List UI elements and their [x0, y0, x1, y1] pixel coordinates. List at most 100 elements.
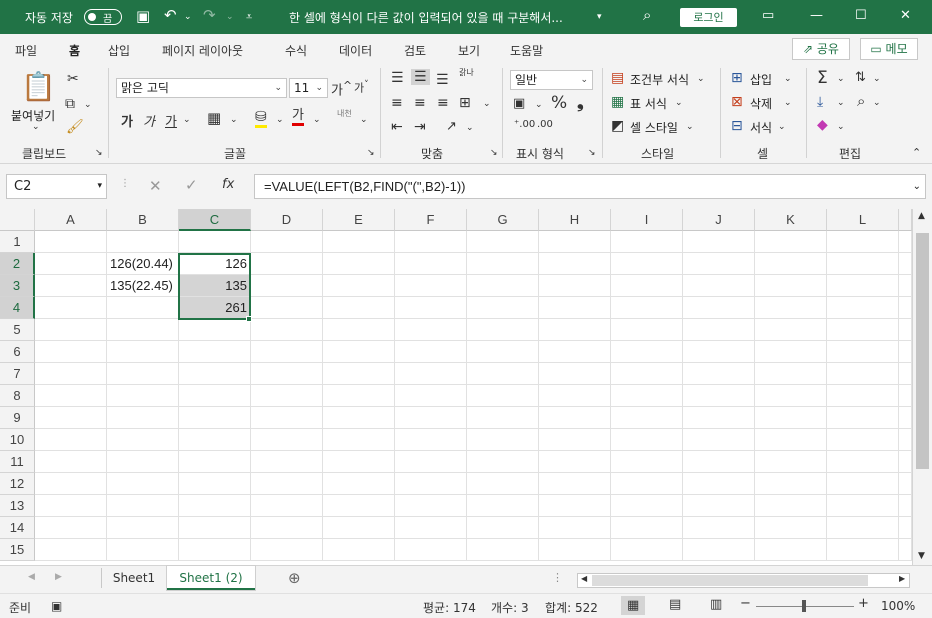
- grid-cell[interactable]: [107, 385, 179, 407]
- grid-cell[interactable]: [395, 253, 467, 275]
- align-middle-icon[interactable]: ☰: [411, 69, 430, 85]
- cell-B3[interactable]: 135(22.45): [107, 275, 179, 297]
- decrease-font-icon[interactable]: 가˅: [354, 79, 369, 96]
- grid-cell[interactable]: [35, 319, 107, 341]
- grid-cell[interactable]: [899, 319, 912, 341]
- column-header[interactable]: J: [683, 209, 755, 231]
- grid-cell[interactable]: [395, 429, 467, 451]
- format-as-table-button[interactable]: 표 서식: [630, 95, 667, 112]
- page-break-view-icon[interactable]: ▥: [710, 597, 722, 612]
- grid-cell[interactable]: [755, 407, 827, 429]
- grid-cell[interactable]: [179, 495, 251, 517]
- insert-cells-icon[interactable]: ⊞: [731, 70, 743, 86]
- vertical-scrollbar[interactable]: ▲ ▼: [912, 209, 932, 565]
- decrease-decimal-icon[interactable]: .00: [537, 119, 553, 130]
- grid-cell[interactable]: [539, 341, 611, 363]
- font-color-icon[interactable]: 가: [292, 109, 304, 126]
- grid-cell[interactable]: [35, 253, 107, 275]
- increase-font-icon[interactable]: 가^: [331, 79, 352, 98]
- find-select-icon[interactable]: ⌕: [857, 92, 865, 110]
- grid-cell[interactable]: [395, 341, 467, 363]
- grid-cell[interactable]: [683, 407, 755, 429]
- align-left-icon[interactable]: ≡: [391, 95, 403, 111]
- grid-cell[interactable]: [683, 429, 755, 451]
- sum-value[interactable]: 합계: 522: [545, 599, 598, 616]
- grid-cell[interactable]: [323, 539, 395, 561]
- italic-icon[interactable]: 가: [143, 111, 155, 130]
- row-header[interactable]: 13: [0, 495, 35, 517]
- grid-cell[interactable]: [539, 473, 611, 495]
- grid-cell[interactable]: [899, 363, 912, 385]
- grid-cell[interactable]: [251, 429, 323, 451]
- grid-cell[interactable]: [395, 495, 467, 517]
- row-header[interactable]: 12: [0, 473, 35, 495]
- grid-cell[interactable]: [467, 451, 539, 473]
- grid-cell[interactable]: [827, 231, 899, 253]
- grid-cell[interactable]: [683, 275, 755, 297]
- grid-cell[interactable]: [827, 539, 899, 561]
- grid-cell[interactable]: [179, 363, 251, 385]
- grid-cell[interactable]: [827, 517, 899, 539]
- row-header[interactable]: 6: [0, 341, 35, 363]
- column-header[interactable]: G: [467, 209, 539, 231]
- grid-cell[interactable]: [539, 429, 611, 451]
- comma-icon[interactable]: ❟: [577, 93, 584, 113]
- grid-cell[interactable]: [611, 495, 683, 517]
- grid-cell[interactable]: [395, 539, 467, 561]
- grid-cell[interactable]: [827, 385, 899, 407]
- grid-cell[interactable]: [827, 407, 899, 429]
- cancel-icon[interactable]: ✕: [149, 177, 162, 195]
- grid-cell[interactable]: [395, 385, 467, 407]
- scroll-up-icon[interactable]: ▲: [918, 211, 925, 221]
- grid-cell[interactable]: [323, 495, 395, 517]
- h-scroll-thumb[interactable]: [592, 575, 868, 586]
- grid-cell[interactable]: [611, 385, 683, 407]
- grid-cell[interactable]: [35, 341, 107, 363]
- grid-cell[interactable]: [251, 319, 323, 341]
- grid-cell[interactable]: [539, 451, 611, 473]
- row-header[interactable]: 8: [0, 385, 35, 407]
- row-header[interactable]: 15: [0, 539, 35, 561]
- decrease-indent-icon[interactable]: ⇤: [391, 119, 403, 135]
- grid-cell[interactable]: [251, 385, 323, 407]
- horizontal-scrollbar[interactable]: ◀ ▶: [577, 573, 910, 588]
- grid-cell[interactable]: [827, 363, 899, 385]
- grid-cell[interactable]: [755, 429, 827, 451]
- row-header[interactable]: 11: [0, 451, 35, 473]
- grid-cell[interactable]: [899, 407, 912, 429]
- grid-cell[interactable]: [107, 429, 179, 451]
- grid-cell[interactable]: [899, 473, 912, 495]
- scroll-right-icon[interactable]: ▶: [899, 574, 905, 583]
- grid-cell[interactable]: [611, 429, 683, 451]
- title-dropdown-icon[interactable]: ▾: [597, 12, 602, 22]
- grid-cell[interactable]: [35, 275, 107, 297]
- grid-cell[interactable]: [467, 385, 539, 407]
- row-header[interactable]: 9: [0, 407, 35, 429]
- grid-cell[interactable]: [899, 385, 912, 407]
- select-all-corner[interactable]: [0, 209, 35, 231]
- grid-cell[interactable]: [827, 319, 899, 341]
- grid-cell[interactable]: [107, 407, 179, 429]
- sheet-tab[interactable]: Sheet1: [102, 566, 166, 590]
- add-sheet-icon[interactable]: ⊕: [288, 569, 301, 587]
- grid-cell[interactable]: [611, 451, 683, 473]
- column-header[interactable]: E: [323, 209, 395, 231]
- memo-button[interactable]: ▭ 메모: [860, 38, 918, 60]
- grid-cell[interactable]: [683, 473, 755, 495]
- format-painter-icon[interactable]: 🖌: [66, 119, 84, 135]
- grid-cell[interactable]: [179, 429, 251, 451]
- column-header[interactable]: D: [251, 209, 323, 231]
- grid-cell[interactable]: [251, 297, 323, 319]
- font-color-dropdown-icon[interactable]: ⌄: [313, 115, 321, 125]
- column-header[interactable]: B: [107, 209, 179, 231]
- merge-center-icon[interactable]: ⊞: [459, 95, 471, 111]
- column-header[interactable]: H: [539, 209, 611, 231]
- zoom-slider-thumb[interactable]: [802, 600, 806, 612]
- fill-color-icon[interactable]: ⛁: [255, 109, 267, 128]
- row-header[interactable]: 7: [0, 363, 35, 385]
- phonetic-icon[interactable]: 내천: [337, 108, 352, 119]
- grid-cell[interactable]: [539, 231, 611, 253]
- column-header-selected[interactable]: C: [179, 209, 251, 231]
- grid-cell[interactable]: [755, 495, 827, 517]
- phonetic-dropdown-icon[interactable]: ⌄: [360, 115, 368, 125]
